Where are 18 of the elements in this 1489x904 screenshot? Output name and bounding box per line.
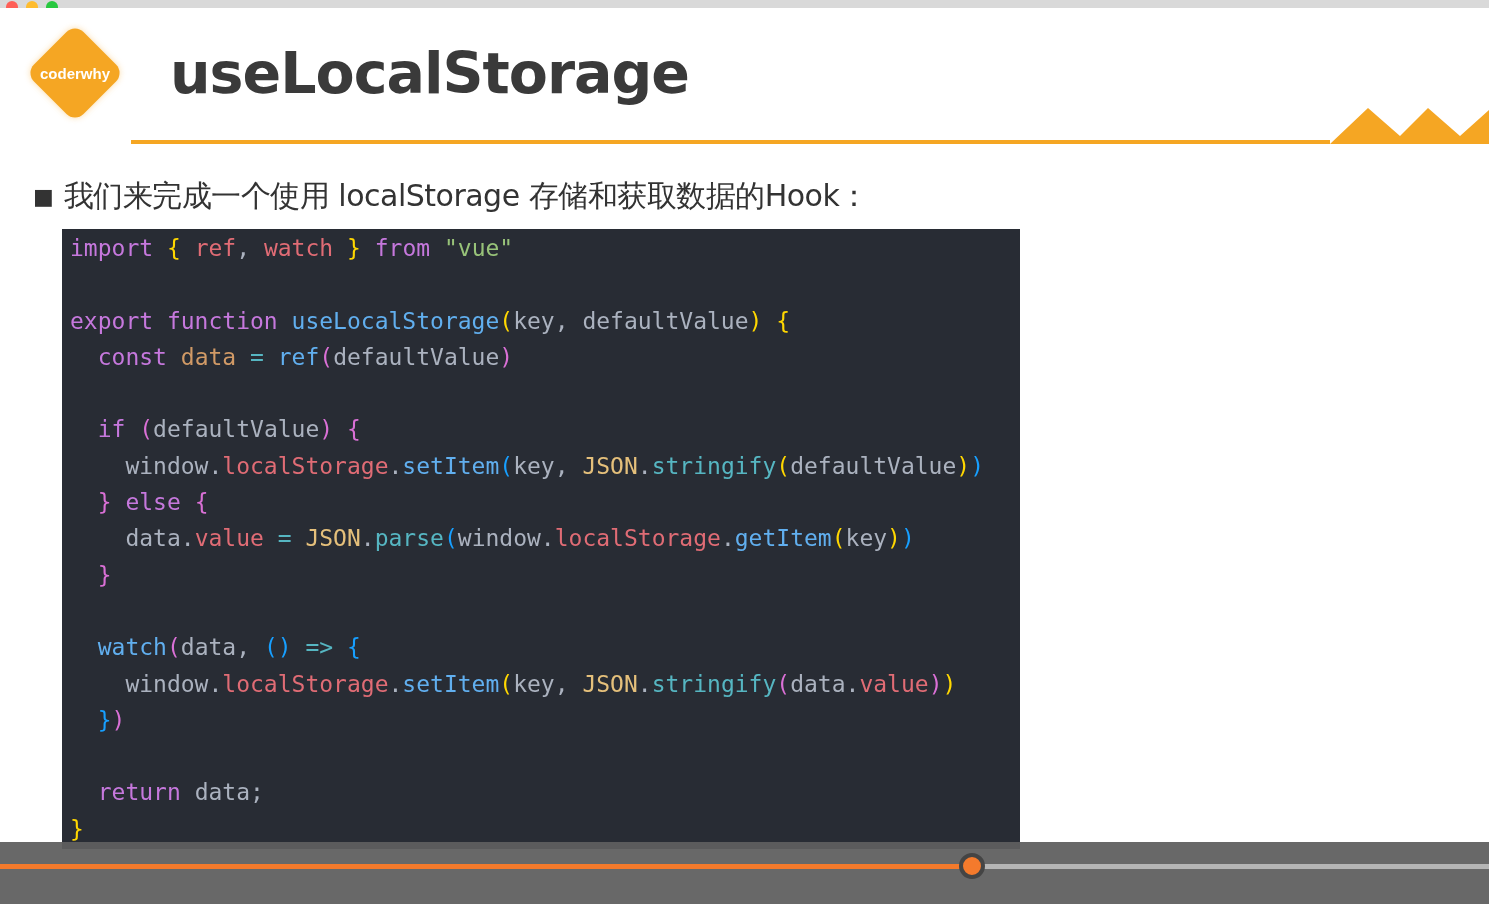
bullet-text: 我们来完成一个使用 localStorage 存储和获取数据的Hook： xyxy=(63,177,869,215)
code-line: } xyxy=(70,814,84,844)
code-line: import { ref, watch } from "vue" xyxy=(70,234,514,263)
code-line: data.value = JSON.parse(window.localStorage.getItem(key)) xyxy=(124,524,915,554)
code-line: window.localStorage.setItem(key, JSON.stringify(data.value)) xyxy=(124,669,957,699)
code-line: watch(data, () => { xyxy=(96,633,361,663)
slider-thumb[interactable] xyxy=(959,853,986,879)
code-line: } xyxy=(96,560,112,590)
code-line: const data = ref(defaultValue) xyxy=(96,342,514,372)
bullet-icon: ■ xyxy=(33,184,54,209)
slide-title: useLocalStorage xyxy=(170,40,689,106)
progress-slider[interactable] xyxy=(0,853,1489,879)
code-line: if (defaultValue) { xyxy=(96,415,361,445)
code-line: return data; xyxy=(96,778,264,808)
code-line: } else { xyxy=(96,488,209,518)
code-line: window.localStorage.setItem(key, JSON.stringify(defaultValue)) xyxy=(124,451,985,481)
code-line: }) xyxy=(96,705,126,735)
code-line: export function useLocalStorage(key, defaultValue) { xyxy=(70,306,791,336)
